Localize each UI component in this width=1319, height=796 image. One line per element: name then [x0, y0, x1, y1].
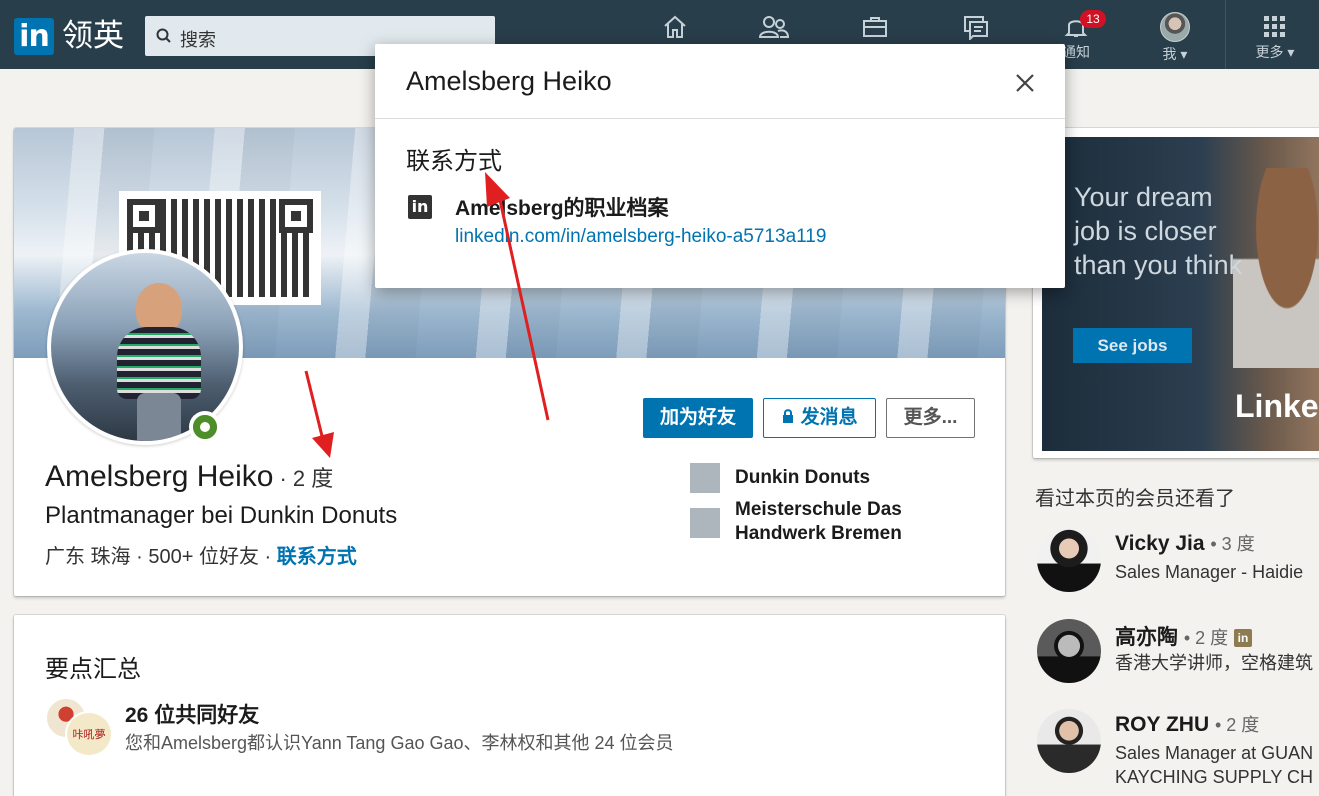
qr-corner [279, 199, 313, 233]
degree: • 2 度 [1214, 715, 1260, 735]
nav-me[interactable]: 我 ▾ [1143, 10, 1207, 66]
avatar [1037, 709, 1101, 773]
list-item[interactable]: 高亦陶 • 2 度 in 香港大学讲师，空格建筑 [1037, 619, 1319, 689]
chevron-down-icon: ▾ [1180, 46, 1188, 62]
contact-section-title: 联系方式 [406, 148, 502, 175]
linkedin-premium-icon: in [1234, 629, 1253, 648]
connect-button[interactable]: 加为好友 [643, 398, 753, 438]
profile-name: Amelsberg Heiko · 2 度 [45, 460, 333, 494]
list-item[interactable]: Vicky Jia • 3 度 Sales Manager - Haidie [1037, 528, 1319, 598]
briefcase-icon [863, 17, 887, 37]
contact-info-link[interactable]: 联系方式 [277, 546, 357, 568]
chevron-down-icon: ▾ [1287, 44, 1295, 60]
avatar [1160, 12, 1190, 42]
person-headline: 香港大学讲师，空格建筑 [1115, 653, 1313, 673]
ad-person [1233, 168, 1319, 368]
degree: • 2 度 [1183, 628, 1229, 648]
company-logo [690, 463, 720, 493]
person-name: 高亦陶 • 2 度 in [1115, 621, 1253, 651]
online-dot [200, 422, 210, 432]
degree: • 3 度 [1210, 534, 1255, 554]
profile-url-label: Amelsberg的职业档案 [455, 197, 669, 220]
notification-badge: 13 [1080, 10, 1106, 28]
avatar [1037, 619, 1101, 683]
location: 广东 珠海 [45, 546, 131, 568]
person-name: ROY ZHU • 2 度 [1115, 711, 1259, 737]
ad-banner[interactable]: Your dream job is closer than you think … [1033, 128, 1319, 458]
ad-brand: Linke [1235, 388, 1319, 424]
photo-legs [137, 393, 181, 441]
linkedin-icon: in [408, 195, 432, 219]
name-text: Vicky Jia [1115, 532, 1205, 555]
highlights-title: 要点汇总 [45, 656, 141, 683]
logo-text: 领英 [62, 18, 124, 54]
person-headline: Sales Manager at GUAN KAYCHING SUPPLY CH [1115, 741, 1313, 789]
me-label: 我 ▾ [1143, 44, 1207, 64]
people-icon [758, 16, 790, 38]
more-label: 更多 ▾ [1243, 42, 1307, 62]
ad-headline: Your dream job is closer than you think [1074, 182, 1243, 280]
mutual-connections-desc: 您和Amelsberg都认识Yann Tang Gao Gao、李林权和其他 2… [125, 733, 674, 753]
headline-line2: KAYCHING SUPPLY CH [1115, 767, 1314, 787]
mutual-connections-title[interactable]: 26 位共同好友 [125, 699, 259, 729]
more-actions-button[interactable]: 更多... [886, 398, 975, 438]
messaging-icon [964, 16, 988, 40]
location-line: 广东 珠海 · 500+ 位好友 · 联系方式 [45, 540, 357, 569]
home-icon [664, 15, 686, 38]
headline-line1: Sales Manager at GUAN [1115, 743, 1314, 763]
school-name[interactable]: Meisterschule Das Handwerk Bremen [735, 498, 902, 546]
people-also-viewed-title: 看过本页的会员还看了 [1035, 488, 1235, 510]
grid-icon [1264, 16, 1285, 37]
nav-divider [1225, 0, 1226, 69]
contact-info-modal: Amelsberg Heiko 联系方式 in Amelsberg的职业档案 l… [375, 44, 1065, 288]
separator: · [136, 546, 143, 568]
nav-more[interactable]: 更多 ▾ [1243, 10, 1307, 66]
photo-shirt [117, 327, 201, 399]
school-name-line2: Handwerk Bremen [735, 523, 902, 544]
message-button[interactable]: 发消息 [763, 398, 876, 438]
see-jobs-button[interactable]: See jobs [1073, 328, 1192, 363]
person-headline: Sales Manager - Haidie [1115, 562, 1304, 582]
divider [375, 118, 1065, 119]
search-input[interactable]: 搜索 [180, 26, 216, 52]
me-text: 我 [1162, 46, 1177, 62]
profile-url-link[interactable]: linkedin.com/in/amelsberg-heiko-a5713a11… [455, 226, 826, 248]
lock-icon [783, 409, 794, 423]
current-company[interactable]: Dunkin Donuts [735, 466, 870, 490]
avatar [1037, 528, 1101, 592]
qr-corner [127, 199, 161, 233]
close-icon[interactable] [1011, 69, 1039, 97]
message-label: 发消息 [800, 407, 858, 428]
avatar: 咔吼夢 [65, 711, 113, 757]
name-text: Amelsberg Heiko [45, 460, 274, 493]
person-name: Vicky Jia • 3 度 [1115, 530, 1255, 556]
name-text: 高亦陶 [1115, 626, 1178, 649]
more-text: 更多 [1255, 44, 1284, 60]
online-status-indicator [189, 411, 221, 443]
connections-count: 500+ 位好友 [148, 546, 259, 568]
school-name-line1: Meisterschule Das [735, 499, 902, 520]
photo-head [136, 283, 182, 333]
name-text: ROY ZHU [1115, 713, 1210, 736]
highlights-card: 要点汇总 咔吼夢 26 位共同好友 您和Amelsberg都认识Yann Tan… [14, 615, 1005, 796]
connection-degree: · 2 度 [279, 466, 334, 491]
school-logo [690, 508, 720, 538]
search-icon [156, 28, 171, 43]
mutual-connections-avatars: 咔吼夢 [45, 697, 113, 757]
separator: · [264, 546, 272, 568]
profile-headline: Plantmanager bei Dunkin Donuts [45, 502, 398, 529]
linkedin-logo[interactable]: in [14, 18, 54, 55]
list-item[interactable]: ROY ZHU • 2 度 Sales Manager at GUAN KAYC… [1037, 709, 1319, 787]
modal-title: Amelsberg Heiko [406, 66, 612, 96]
